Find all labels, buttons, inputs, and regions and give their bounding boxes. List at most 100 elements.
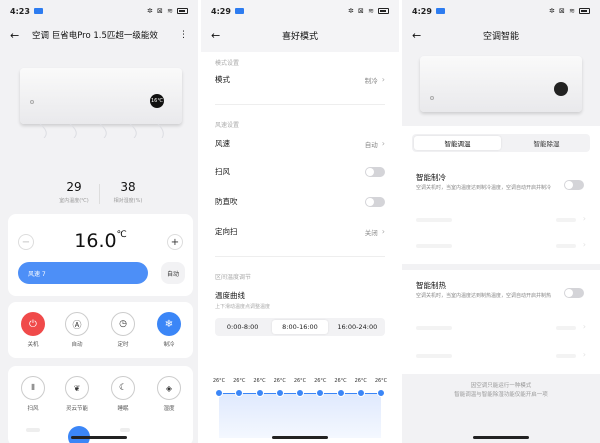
- fan-speed-slider[interactable]: 风速 7: [18, 262, 148, 284]
- tab-smart-dehumidify[interactable]: 智能除湿: [503, 134, 590, 152]
- home-indicator: [272, 436, 328, 439]
- status-icons: ✲ ⊠ ≋: [147, 7, 188, 15]
- swing-label: 扫风: [215, 167, 230, 176]
- fan-auto-label: 自动: [166, 270, 179, 278]
- footer-line-2: 智能调温与智能除湿功能仅能开启一项: [454, 392, 548, 398]
- back-arrow-icon[interactable]: ←: [10, 29, 26, 42]
- more-icon[interactable]: ⋮: [179, 30, 188, 40]
- status-time: 4:29: [211, 6, 231, 16]
- status-bar: 4:29 ✲ ⊠ ≋: [402, 0, 600, 22]
- page-title: 喜好模式: [281, 31, 318, 42]
- temperature-curve: 26°C 26°C 26°C 26°C 26°C 26°C 26°C 26°C 26°C: [213, 378, 387, 438]
- back-arrow-icon[interactable]: ←: [412, 29, 428, 42]
- smart-heat-toggle[interactable]: [564, 288, 584, 298]
- control-cool-button[interactable]: ❄ 制冷: [150, 312, 188, 348]
- curve-point-handle[interactable]: [215, 389, 223, 397]
- curve-point-handle[interactable]: [356, 389, 365, 397]
- curve-subtitle: 上下滑动温度点调整温度: [215, 304, 271, 310]
- humidity-label: 相对湿度(%): [113, 198, 143, 204]
- divider: [215, 256, 385, 257]
- feature-label: 湿度: [163, 406, 175, 412]
- feature-humidity-button[interactable]: ◈ 湿度: [150, 376, 188, 412]
- section-wind: 风速设置: [215, 122, 240, 129]
- smart-tabs: 智能调温 智能除湿: [412, 134, 590, 152]
- feature-sleep-button[interactable]: ☾ 睡眠: [104, 376, 142, 412]
- status-bar: 4:23 ✲ ⊠ ≋: [0, 0, 198, 22]
- placeholder-text: [416, 244, 452, 248]
- feature-eco-button[interactable]: ❦ 灵云节能: [58, 376, 96, 412]
- divider: [99, 184, 100, 204]
- wind-row[interactable]: 风速 自动 ›: [215, 138, 385, 149]
- chevron-right-icon: ›: [582, 214, 586, 223]
- placeholder-value: [556, 218, 576, 222]
- smart-cool-desc: 空调关机时，当室内温度达到制冷温度，空调自动开启并制冷: [416, 185, 552, 191]
- control-power-button[interactable]: ⏻ 关机: [14, 312, 52, 348]
- fan-auto-button[interactable]: 自动: [161, 262, 185, 284]
- curve-point-handle[interactable]: [336, 389, 345, 397]
- curve-point-label: 26°C: [253, 378, 266, 384]
- control-auto-button[interactable]: Ⓐ 自动: [58, 312, 96, 348]
- feature-label: 灵云节能: [65, 406, 88, 412]
- timer-icon: ◷: [111, 312, 135, 336]
- tab-16-24[interactable]: 16:00-24:00: [330, 318, 385, 336]
- chevron-right-icon: ›: [582, 322, 586, 331]
- humidity-value: 38: [120, 180, 136, 194]
- feature-label: 扫风: [27, 406, 39, 412]
- fan-speed-label: 风速 7: [28, 270, 46, 278]
- status-icons: ✲ ⊠ ≋: [549, 7, 590, 15]
- smart-cool-title: 智能制冷: [416, 173, 446, 182]
- back-arrow-icon[interactable]: ←: [211, 29, 227, 42]
- mode-row[interactable]: 模式 制冷 ›: [215, 74, 385, 85]
- app-header: ← 喜好模式: [201, 24, 399, 46]
- chevron-right-icon: ›: [381, 75, 385, 84]
- section-temp: 区间温度调节: [215, 274, 252, 281]
- tab-smart-temp[interactable]: 智能调温: [414, 136, 501, 150]
- placeholder-text: [416, 354, 452, 358]
- tab-label: 8:00-16:00: [282, 323, 318, 331]
- leaf-icon: ❦: [65, 376, 89, 400]
- indoor-temp-value: 29: [66, 180, 82, 194]
- placeholder-value: [556, 326, 576, 330]
- swing-toggle[interactable]: [365, 166, 385, 177]
- status-icons: ✲ ⊠ ≋: [348, 7, 389, 15]
- feature-partial-3: [120, 428, 130, 432]
- set-temp-unit: ℃: [116, 230, 127, 240]
- tab-label: 智能调温: [444, 140, 471, 148]
- anti-blow-label: 防直吹: [215, 197, 238, 206]
- smart-cool-toggle[interactable]: [564, 180, 584, 190]
- time-range-tabs: 0:00-8:00 8:00-16:00 16:00-24:00: [215, 318, 385, 336]
- curve-point-label: 26°C: [374, 378, 388, 384]
- anti-blow-toggle[interactable]: [365, 196, 385, 207]
- control-card: ⏻ 关机 Ⓐ 自动 ◷ 定时 ❄ 制冷: [8, 302, 193, 358]
- tab-8-16[interactable]: 8:00-16:00: [272, 320, 328, 334]
- feature-label: 睡眠: [117, 406, 129, 412]
- curve-point-handle[interactable]: [255, 389, 264, 397]
- footer-line-1: 因空调只能运行一种模式: [470, 383, 532, 389]
- feature-partial-2[interactable]: [68, 426, 90, 443]
- ac-unit-image: 16℃: [20, 68, 182, 124]
- placeholder-value: [556, 244, 576, 248]
- ac-smart-screen: 4:29 ✲ ⊠ ≋ ← 空调智能 智能调温 智能除湿 智能制冷 空调关机时，当…: [402, 0, 600, 443]
- swing-row: 扫风: [215, 166, 385, 177]
- section-mode: 模式设置: [215, 60, 240, 67]
- control-timer-button[interactable]: ◷ 定时: [104, 312, 142, 348]
- curve-point-label: 26°C: [334, 378, 347, 384]
- tab-label: 0:00-8:00: [226, 323, 259, 331]
- curve-point-handle[interactable]: [275, 389, 284, 397]
- status-bar: 4:29 ✲ ⊠ ≋: [201, 0, 399, 22]
- ac-main-screen: 4:23 ✲ ⊠ ≋ ← 空调 巨省电Pro 1.5匹超一级能效 ⋮ 16℃ 2…: [0, 0, 198, 443]
- curve-point-label: 26°C: [354, 378, 367, 384]
- curve-point-handle[interactable]: [377, 389, 385, 397]
- curve-point-label: 26°C: [233, 378, 246, 384]
- feature-swing-button[interactable]: ⦀ 扫风: [14, 376, 52, 412]
- tab-0-8[interactable]: 0:00-8:00: [215, 318, 270, 336]
- temp-plus-button[interactable]: +: [167, 234, 183, 250]
- home-indicator: [71, 436, 127, 439]
- feature-card: ⦀ 扫风 ❦ 灵云节能 ☾ 睡眠 ◈ 湿度: [8, 366, 193, 443]
- ac-unit-image: [420, 56, 582, 112]
- curve-point-handle[interactable]: [296, 389, 304, 397]
- chevron-right-icon: ›: [381, 227, 385, 236]
- ac-display-dot: [554, 82, 568, 96]
- direction-row[interactable]: 定向扫 关闭 ›: [215, 226, 385, 237]
- ac-display: 16℃: [150, 94, 164, 108]
